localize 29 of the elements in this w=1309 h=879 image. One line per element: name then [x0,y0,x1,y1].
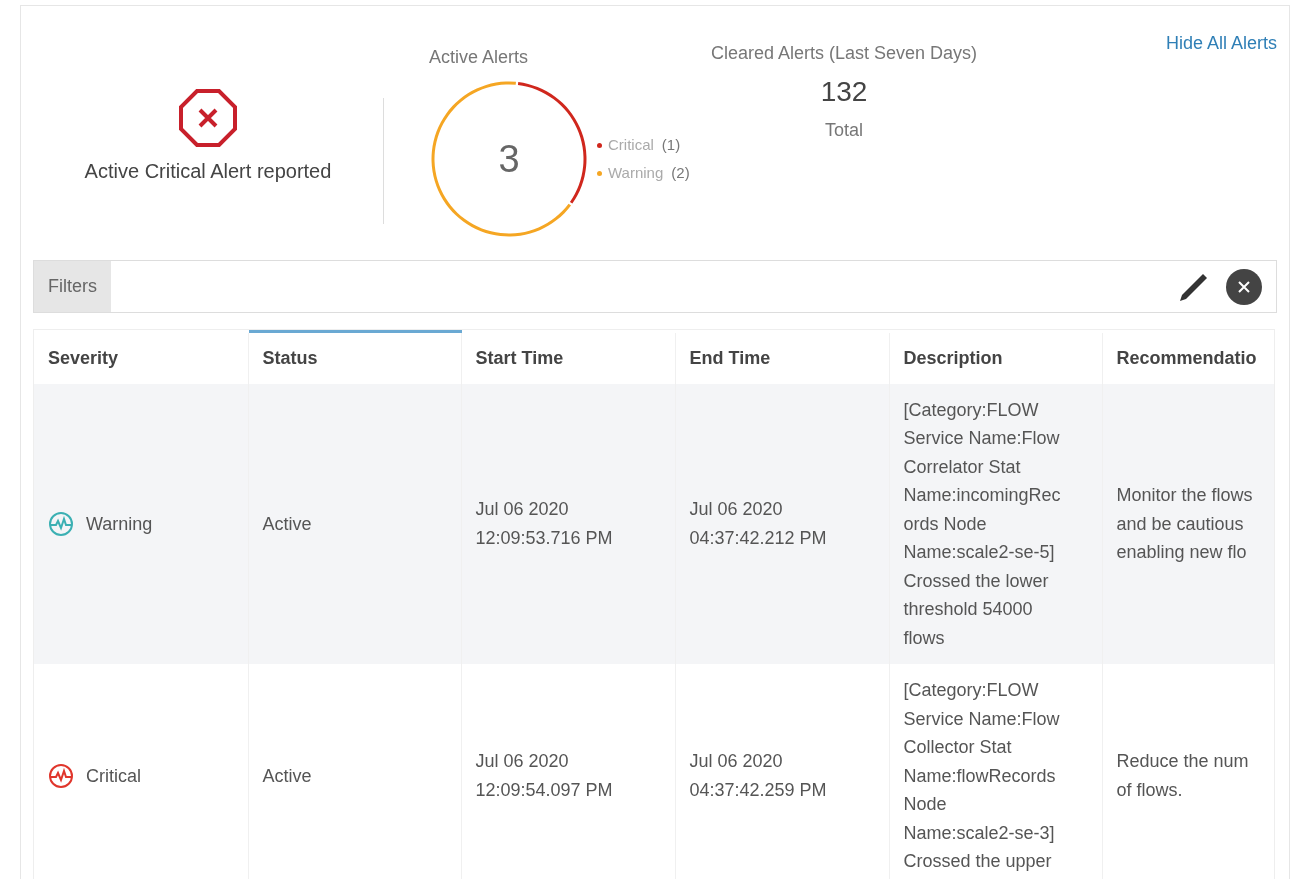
hide-alerts-link[interactable]: Hide All Alerts [1165,30,1277,57]
legend-label: Critical [608,135,654,155]
chart-title: Active Alerts [429,46,529,69]
severity-text: Warning [86,512,153,536]
severity-text: Critical [86,764,141,788]
start-time: Jul 06 2020 12:09:54.097 PM [475,751,613,800]
column-header[interactable]: Description [889,331,1102,384]
legend-count: (1) [661,135,681,155]
column-header[interactable]: Severity [34,331,248,384]
legend-count: (2) [671,163,690,183]
column-header[interactable]: Recommendatio [1102,331,1274,384]
total-label: Total [825,120,863,140]
error-octagon-icon [178,88,238,148]
end-time: Jul 06 2020 04:37:42.259 PM [689,751,827,800]
cleared-count: 132 [820,76,868,107]
status-text: Active [262,765,312,786]
status-text: Active [262,513,312,534]
recommendation-text: Monitor the flows and be cautious enabling new flo [1116,485,1253,562]
alert-total: 3 [498,136,520,182]
description-text: [Category:FLOW Service Name:Flow Correlator Stat Name:incomingRec ords Node Name:scale2-se-5] Crossed the lower threshold 54000 flows [903,399,1061,648]
alert-message: Active Critical Alert reported [83,159,333,184]
cleared-title: Cleared Alerts (Last Seven Days) [709,42,979,65]
start-time: Jul 06 2020 12:09:53.716 PM [475,499,613,548]
end-time: Jul 06 2020 04:37:42.212 PM [689,499,827,548]
recommendation-text: Reduce the num of flows. [1116,751,1249,800]
legend-label: Warning [608,163,664,183]
column-header[interactable]: Start Time [461,331,675,384]
description-text: [Category:FLOW Service Name:Flow Collector Stat Name:flowRecords Node Name:scale2-se-3] Crossed the upper [903,680,1060,871]
column-header[interactable]: End Time [675,331,889,384]
